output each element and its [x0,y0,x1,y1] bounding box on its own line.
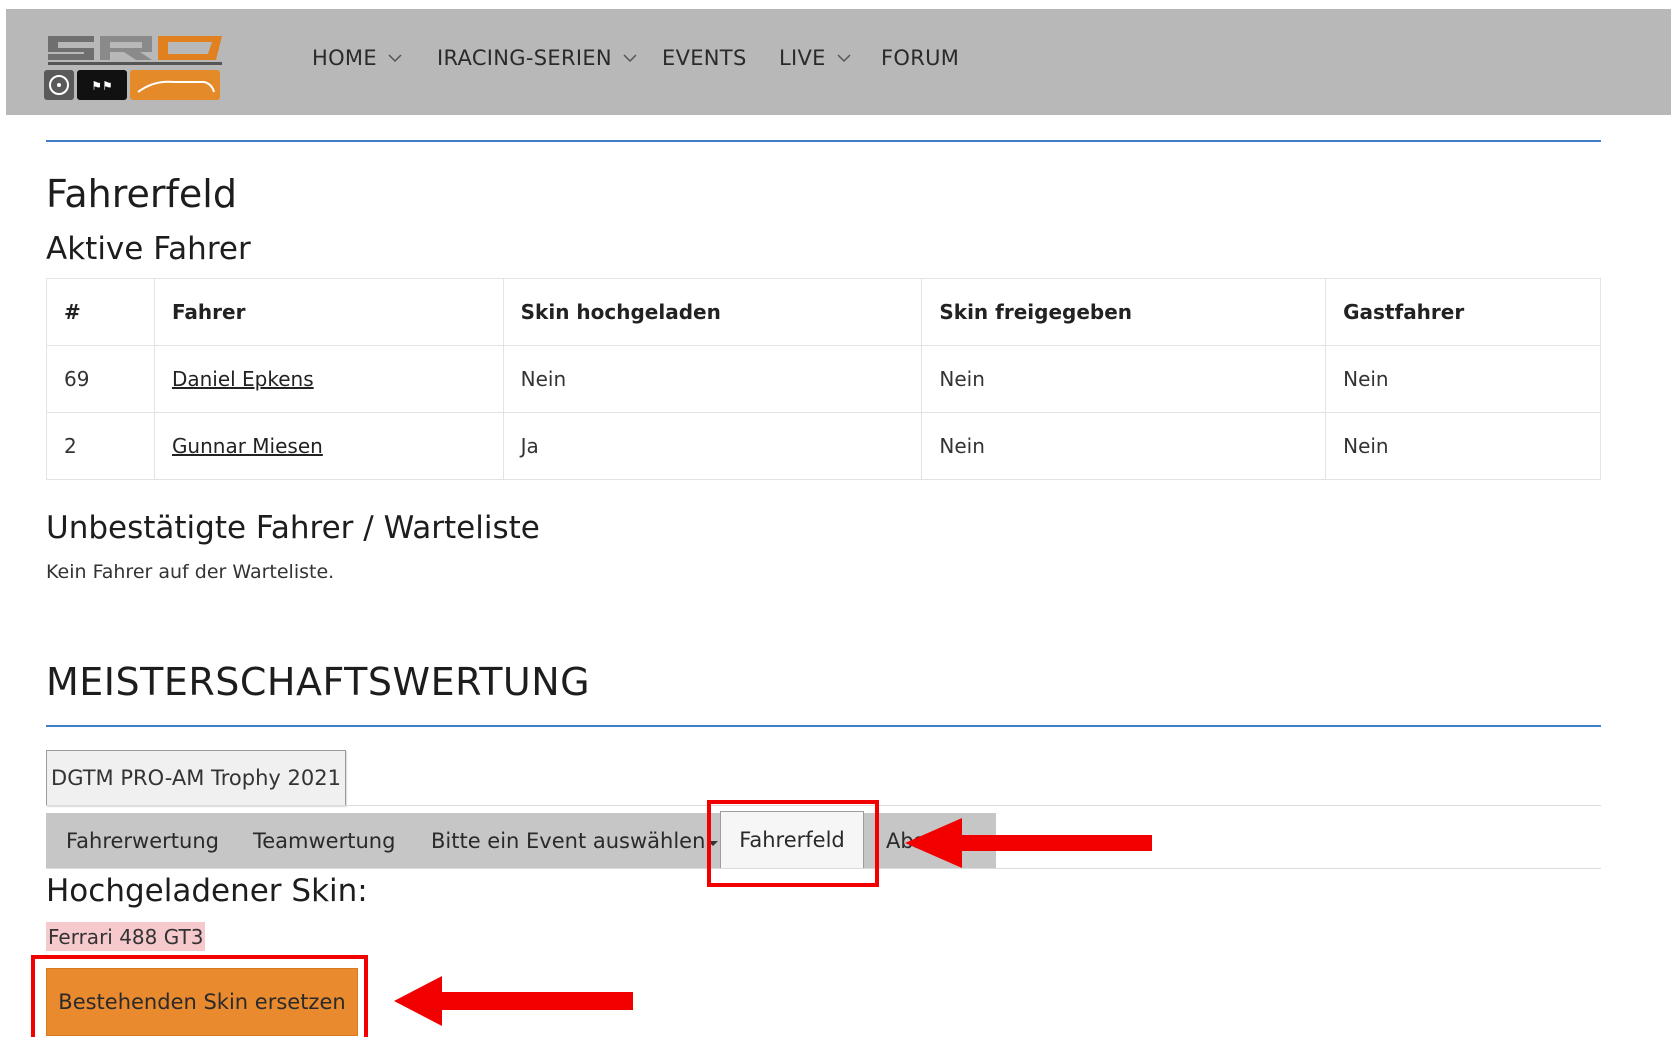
annotation-arrows [394,818,1152,1026]
red-arrow-icon [394,976,633,1026]
red-arrow-icon [905,818,1152,868]
